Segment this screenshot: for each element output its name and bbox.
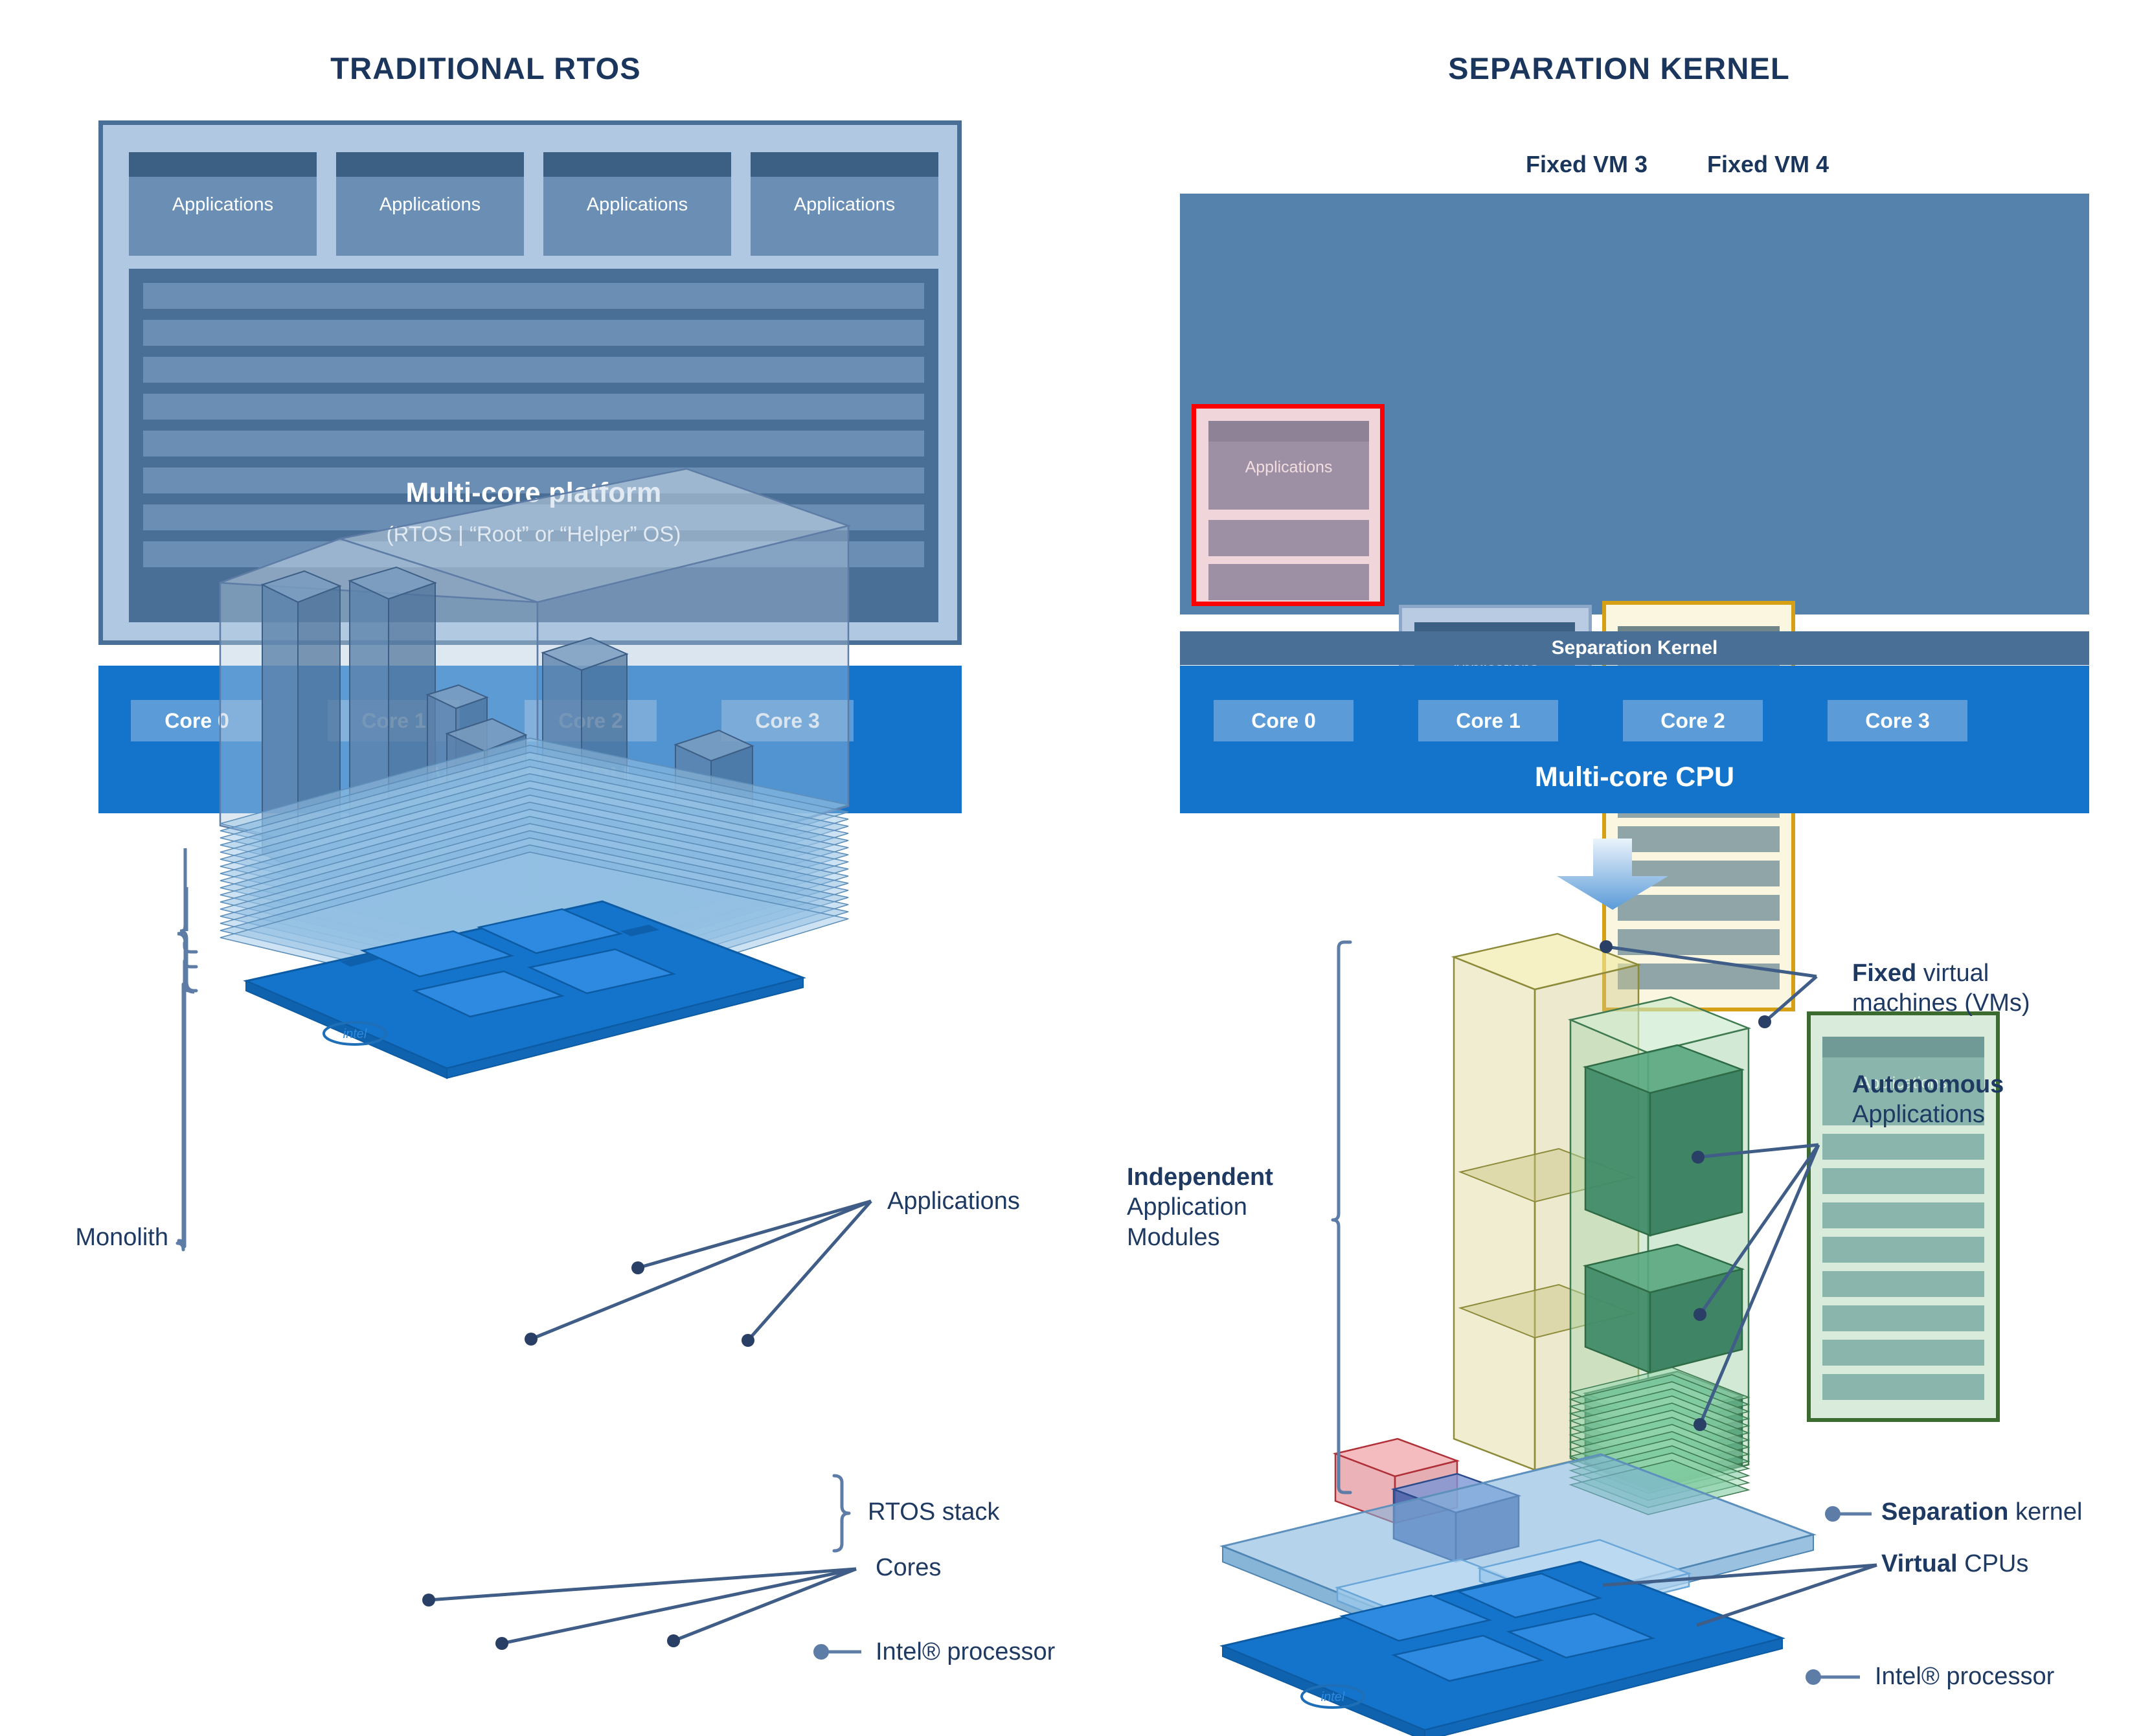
separation-bold: Separation	[1881, 1498, 2009, 1526]
virtual-cpus-callout: Virtual CPUs	[1881, 1549, 2127, 1579]
vm-stack-layer	[1569, 1367, 1750, 1423]
core-chip-2[interactable]: Core 2	[525, 700, 657, 741]
virtual-bold: Virtual	[1881, 1550, 1958, 1577]
rtos-stripe	[143, 394, 924, 420]
right-intel-processor-callout: Intel® processor	[1875, 1663, 2055, 1690]
monolith-bracket-label: Monolith	[75, 1224, 168, 1251]
vm-stripe	[1822, 1237, 1984, 1263]
app-card-label: Applications	[586, 194, 688, 215]
application-card[interactable]: Applications	[543, 152, 731, 256]
autonomous-rest: Applications	[1852, 1101, 1985, 1129]
left-multicore-cpu-bar: Core 0 Core 1 Core 2 Core 3 Multi-core C…	[98, 666, 962, 813]
traditional-rtos-panel: Applications Applications Applications A…	[98, 120, 962, 645]
left-down-arrow-icon	[453, 839, 583, 910]
vm-stripe	[1822, 1305, 1984, 1331]
fixed-vm-1[interactable]: Applications	[1192, 404, 1385, 606]
vm4-stripe-stack	[1822, 1134, 1984, 1408]
vm1-app-cap	[1208, 421, 1369, 442]
rtos-stripe	[143, 320, 924, 346]
vm-stack-layer	[1569, 1381, 1750, 1437]
application-card[interactable]: Applications	[336, 152, 524, 256]
left-applications-callout: Applications	[887, 1188, 1020, 1215]
app-card-cap	[543, 152, 731, 177]
independent-app-modules-label: Independent Application Modules	[1127, 1162, 1328, 1252]
svg-text:intel: intel	[343, 1027, 367, 1041]
vm1-stripe	[1208, 564, 1369, 600]
core-chip-2[interactable]: Core 2	[1623, 700, 1763, 741]
app-card-label: Applications	[172, 194, 274, 215]
multicore-platform-box: Multi-core platform (RTOS | “Root” or “H…	[129, 269, 938, 622]
core-chip-0[interactable]: Core 0	[131, 700, 263, 741]
right-multicore-cpu-bar: Core 0 Core 1 Core 2 Core 3 Multi-core C…	[1180, 666, 2089, 813]
fixed-vms-callout: Fixed virtual machines (VMs)	[1852, 958, 2098, 1019]
vm-stripe	[1822, 1168, 1984, 1194]
vm-stack-layer	[1569, 1445, 1750, 1501]
vm-caption-3: Fixed VM 3	[1525, 151, 1648, 177]
independent-rest: Application Modules	[1127, 1193, 1247, 1251]
fixed-vms-bold: Fixed	[1852, 960, 1917, 987]
right-column-title: SEPARATION KERNEL	[1448, 51, 1790, 85]
vm-stack-layer	[1569, 1388, 1750, 1444]
rtos-stripe	[143, 357, 924, 383]
app-card-cap	[129, 152, 317, 177]
application-card[interactable]: Applications	[751, 152, 938, 256]
vm-stripe	[1618, 929, 1780, 955]
core-chip-1[interactable]: Core 1	[328, 700, 460, 741]
core-chip-3[interactable]: Core 3	[721, 700, 854, 741]
vm-stripe	[1822, 1202, 1984, 1228]
vm-stack-layer	[1569, 1452, 1750, 1508]
core-chip-3[interactable]: Core 3	[1828, 700, 1967, 741]
rtos-stack-callout: RTOS stack	[868, 1498, 1000, 1526]
separation-kernel-bar: Separation Kernel	[1180, 631, 2089, 665]
vm-stripe	[1822, 1271, 1984, 1297]
vm-stack-layer	[1569, 1403, 1750, 1458]
vm4-app-cap	[1822, 1037, 1984, 1057]
core-chip-1[interactable]: Core 1	[1418, 700, 1558, 741]
vm-stack-layer	[1569, 1374, 1750, 1430]
autonomous-bold: Autonomous	[1852, 1071, 2004, 1098]
svg-text:intel: intel	[1321, 1690, 1345, 1704]
vm-stack-layer	[1569, 1438, 1750, 1494]
app-card-cap	[336, 152, 524, 177]
virtual-rest: CPUs	[1957, 1550, 2029, 1577]
right-down-arrow-icon	[1548, 839, 1677, 910]
separation-kernel-callout: Separation kernel	[1881, 1497, 2141, 1527]
platform-subtitle: (RTOS | “Root” or “Helper” OS)	[386, 522, 681, 546]
vm1-applications-block: Applications	[1208, 421, 1369, 510]
separation-rest: kernel	[2008, 1498, 2083, 1526]
vm-stripe	[1822, 1134, 1984, 1160]
application-card[interactable]: Applications	[129, 152, 317, 256]
rtos-stripe	[143, 283, 924, 309]
app-card-label: Applications	[379, 194, 481, 215]
vm-stripe	[1618, 964, 1780, 989]
vm-stack-layer	[1569, 1424, 1750, 1480]
app-card-cap	[751, 152, 938, 177]
left-intel-processor-callout: Intel® processor	[876, 1638, 1056, 1665]
vm-stripe	[1822, 1374, 1984, 1400]
left-cpu-label: Multi-core CPU	[430, 761, 630, 793]
vm-stack-layer	[1569, 1410, 1750, 1465]
right-cpu-label: Multi-core CPU	[1534, 761, 1735, 793]
vm1-app-label: Applications	[1245, 458, 1333, 477]
applications-row: Applications Applications Applications A…	[129, 152, 938, 256]
vm-stack-layer	[1569, 1460, 1750, 1515]
vm-stack-layer	[1569, 1417, 1750, 1472]
vm-stack-layer	[1569, 1431, 1750, 1487]
rtos-stripe	[143, 431, 924, 457]
vm-caption-4: Fixed VM 4	[1706, 151, 1829, 177]
vm-stripe	[1822, 1340, 1984, 1366]
cores-callout: Cores	[876, 1554, 942, 1581]
vm1-stripe	[1208, 520, 1369, 556]
core-chip-0[interactable]: Core 0	[1214, 700, 1354, 741]
independent-bold: Independent	[1127, 1164, 1273, 1191]
platform-title: Multi-core platform	[405, 477, 662, 508]
app-card-label: Applications	[793, 194, 896, 215]
left-column-title: TRADITIONAL RTOS	[330, 51, 641, 85]
autonomous-applications-callout: Autonomous Applications	[1852, 1070, 2098, 1130]
vm-stack-layer	[1569, 1395, 1750, 1451]
